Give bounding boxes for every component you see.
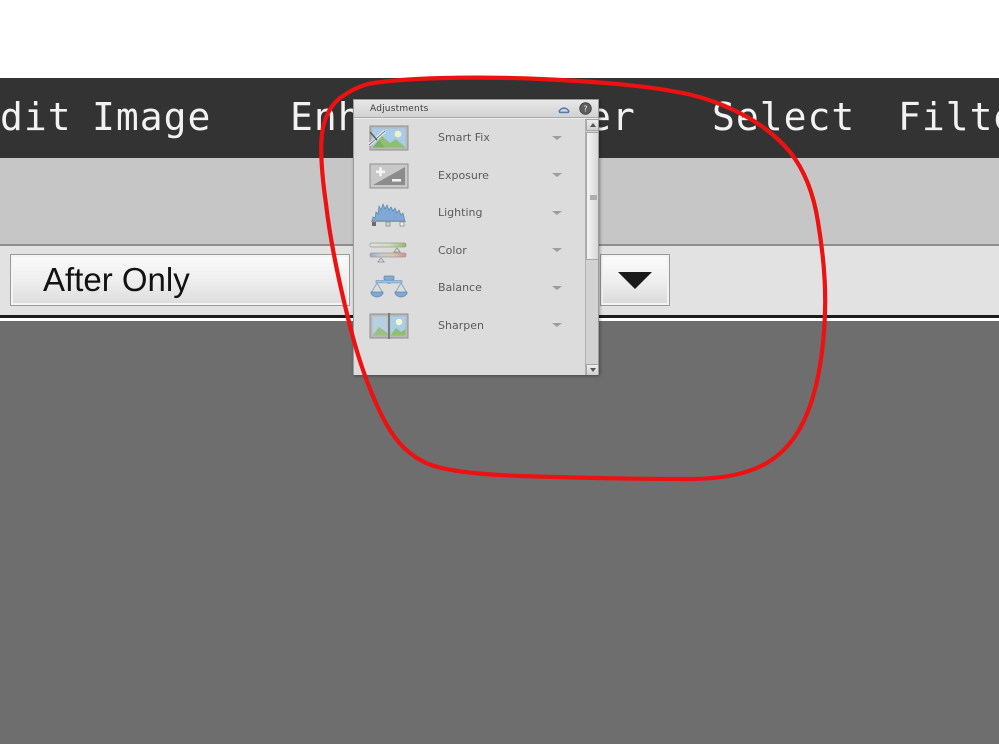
scrollbar-thumb[interactable]: [586, 132, 598, 260]
svg-text:?: ?: [583, 105, 587, 114]
view-options-dropdown-button[interactable]: [600, 254, 670, 306]
menu-item-enh[interactable]: Enh: [290, 95, 362, 139]
chevron-down-icon[interactable]: [552, 210, 562, 215]
top-white-area: [0, 0, 999, 78]
adjustment-label: Lighting: [438, 206, 483, 220]
chevron-down-icon[interactable]: [552, 323, 562, 328]
adjustment-label: Color: [438, 243, 467, 257]
adjustment-row-exposure[interactable]: Exposure: [354, 157, 584, 195]
exposure-icon: [367, 160, 411, 190]
chevron-down-icon[interactable]: [552, 135, 562, 140]
adjustments-panel: Adjustments ? Smart Fix Exposure Lightin…: [353, 99, 599, 375]
chevron-down-icon[interactable]: [552, 173, 562, 178]
adjustment-label: Balance: [438, 281, 482, 295]
lighting-histogram-icon: [367, 198, 411, 228]
adjustment-label: Exposure: [438, 168, 489, 182]
chevron-down-icon[interactable]: [552, 285, 562, 290]
adjustment-label: Sharpen: [438, 318, 484, 332]
triangle-down-icon: [618, 271, 652, 289]
adjustment-label: Smart Fix: [438, 131, 490, 145]
color-sliders-icon: [367, 235, 411, 265]
panel-scrollbar[interactable]: [585, 119, 598, 375]
view-mode-selector[interactable]: After Only: [10, 254, 350, 306]
adjustment-row-color[interactable]: Color: [354, 232, 584, 270]
scroll-down-arrow-icon[interactable]: [586, 364, 598, 375]
adjustment-row-sharpen[interactable]: Sharpen: [354, 307, 584, 345]
panel-title: Adjustments: [370, 103, 429, 114]
chevron-down-icon[interactable]: [552, 248, 562, 253]
view-mode-label: After Only: [43, 261, 190, 298]
balance-scale-icon: [367, 273, 411, 303]
menu-item-select[interactable]: Select: [712, 95, 855, 139]
collapse-arrow-icon[interactable]: [557, 103, 571, 115]
help-circle-icon[interactable]: ?: [579, 102, 592, 115]
smart-fix-icon: [367, 123, 411, 153]
menu-item-filter[interactable]: Filter: [898, 95, 999, 139]
menu-item-image[interactable]: Image: [92, 95, 211, 139]
panel-title-bar[interactable]: Adjustments ?: [354, 100, 598, 118]
panel-body: Smart Fix Exposure Lighting Color Balanc…: [354, 118, 598, 375]
adjustment-row-lighting[interactable]: Lighting: [354, 194, 584, 232]
app-screen: ditImageEnherSelectFilter After Only Adj…: [0, 0, 999, 744]
adjustment-row-smart-fix[interactable]: Smart Fix: [354, 119, 584, 157]
sharpen-split-image-icon: [367, 310, 411, 340]
adjustment-row-balance[interactable]: Balance: [354, 269, 584, 307]
scroll-up-arrow-icon[interactable]: [586, 119, 598, 131]
menu-item-dit[interactable]: dit: [0, 95, 72, 139]
image-canvas[interactable]: [0, 321, 999, 744]
